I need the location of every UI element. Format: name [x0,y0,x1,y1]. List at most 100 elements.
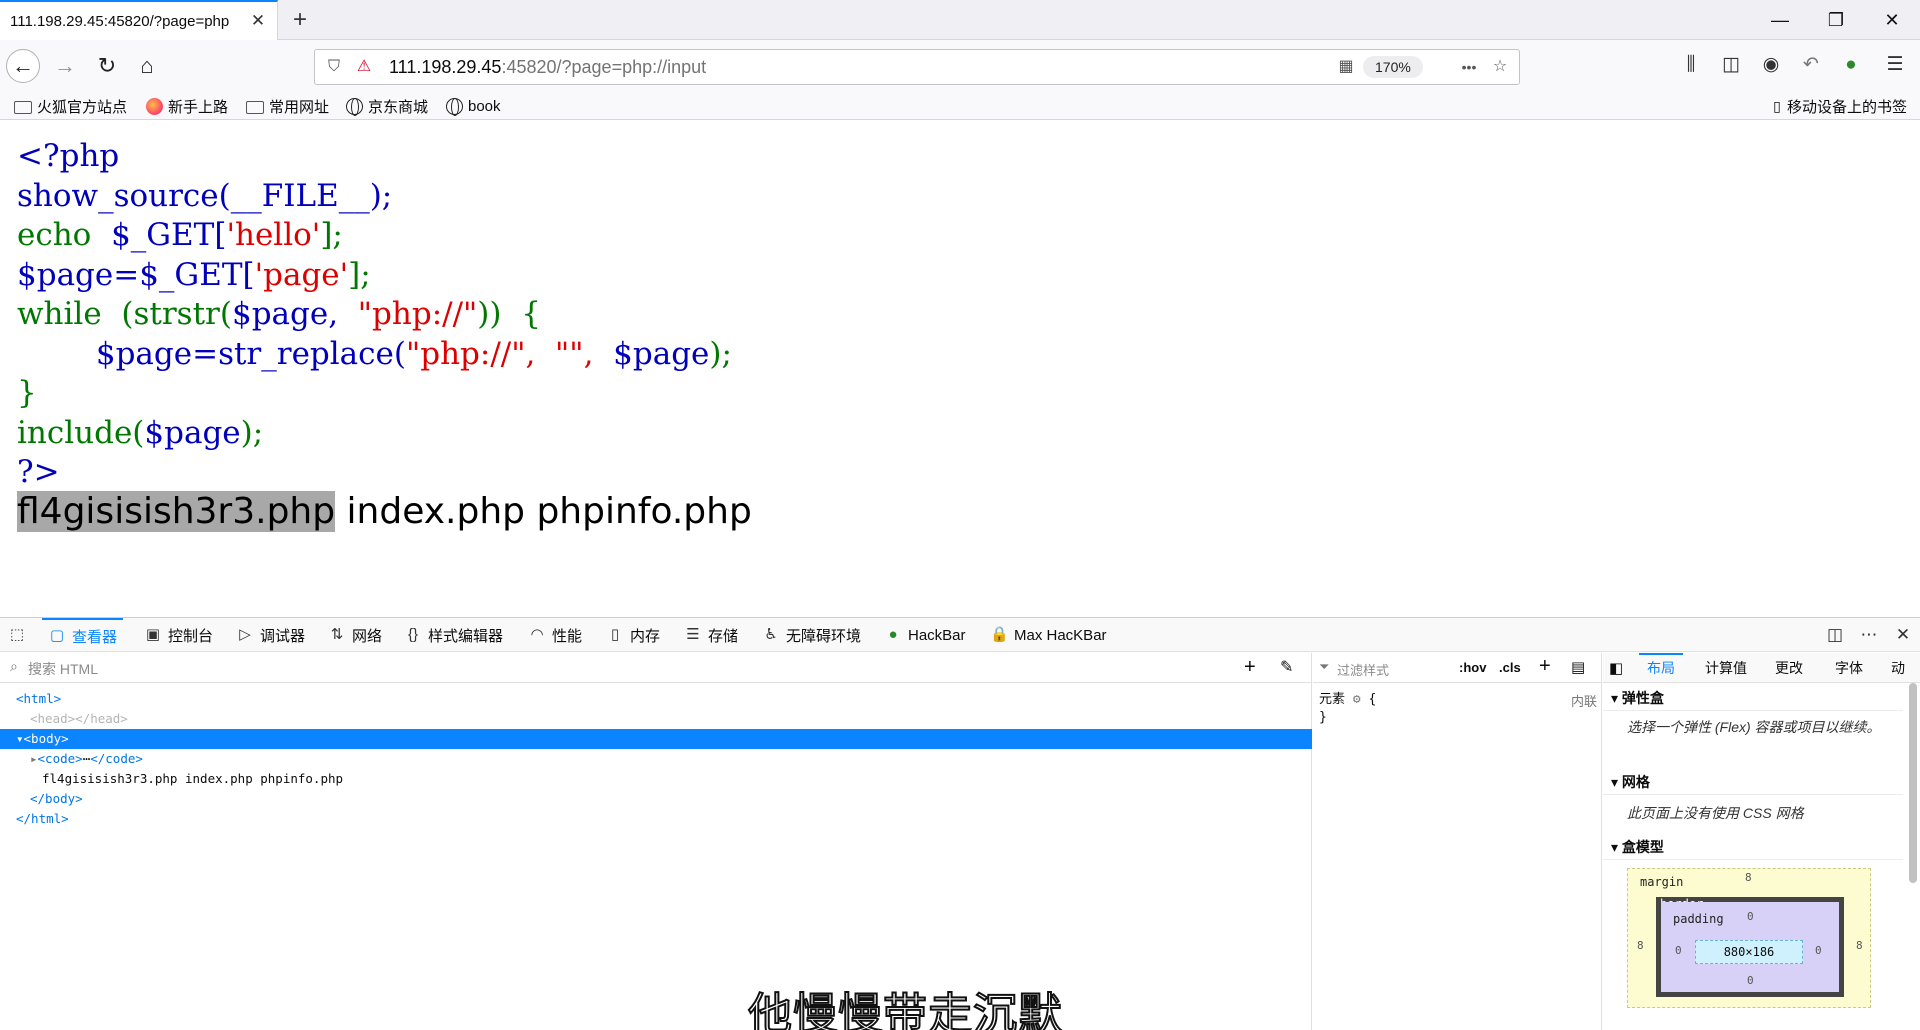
devtools-close-icon[interactable]: ✕ [1890,623,1916,647]
account-icon[interactable]: ◉ [1756,50,1786,80]
menu-icon[interactable]: ☰ [1880,50,1910,80]
forward-button[interactable]: → [48,49,82,83]
filter-styles-input[interactable]: 过滤样式 [1337,660,1389,679]
star-icon[interactable]: ☆ [1489,56,1511,78]
node-html[interactable]: <html> [0,689,1312,709]
grid-section[interactable]: ▾ 网格 [1603,769,1903,795]
source-line: echo $_GET['hello']; [17,217,343,253]
tab-fonts[interactable]: 字体 [1835,653,1863,683]
node-text[interactable]: fl4gisisish3r3.php index.php phpinfo.php [0,769,1312,789]
window-close-button[interactable]: ✕ [1864,0,1920,40]
flexbox-section[interactable]: ▾ 弹性盒 [1603,685,1903,711]
tab-style-editor[interactable]: {} 样式编辑器 [404,618,503,652]
tab-layout[interactable]: 布局 [1639,653,1683,683]
pick-element-button[interactable]: ⬚ [8,618,32,652]
node-code[interactable]: ▸<code>⋯</code> [0,749,1312,769]
minimize-button[interactable]: — [1752,0,1808,40]
zoom-badge[interactable]: 170% [1363,56,1423,78]
storage-icon: ☰ [686,626,700,643]
box-model-margin[interactable]: margin 8 8 8 border padding 0 0 0 0 880×… [1627,868,1871,1008]
node-body-close[interactable]: </body> [0,789,1312,809]
devtools-menu-icon[interactable]: ⋯ [1856,623,1882,647]
hov-toggle[interactable]: :hov [1459,660,1486,675]
node-head[interactable]: <head></head> [0,709,1312,729]
tab-hackbar[interactable]: ● HackBar [884,618,965,652]
collapse-icon[interactable]: ▸ [30,751,38,766]
gear-icon[interactable]: ⚙ [1353,692,1361,707]
mobile-icon: ▯ [1773,98,1781,114]
bookmark-mobile[interactable]: ▯ 移动设备上的书签 [1772,96,1907,116]
margin-top-value[interactable]: 8 [1745,871,1752,884]
margin-right-value[interactable]: 8 [1856,939,1863,952]
extension-icon[interactable]: ● [1836,50,1866,80]
cls-toggle[interactable]: .cls [1499,660,1521,675]
bookmark-book[interactable]: book [446,96,501,116]
tab-debugger[interactable]: ▷ 调试器 [236,618,305,652]
box-model-padding[interactable]: padding 0 0 0 0 880×186 [1661,902,1839,992]
bookmark-jd[interactable]: 京东商城 [346,96,428,116]
tab-network[interactable]: ⇅ 网络 [328,618,382,652]
undo-icon[interactable]: ↶ [1796,50,1826,80]
source-line: <?php [17,138,120,174]
library-icon[interactable]: ⫼ [1676,50,1706,80]
padding-bottom-value[interactable]: 0 [1747,974,1754,987]
url-bar[interactable]: ⛉ ⚠ 111.198.29.45:45820/?page=php://inpu… [314,49,1520,85]
tab-performance[interactable]: ◠ 性能 [528,618,582,652]
add-rule-icon[interactable]: + [1539,655,1551,678]
insecure-lock-icon[interactable]: ⚠ [353,56,375,78]
tab-inspector[interactable]: ▢ 查看器 [42,618,124,652]
php-source: <?php show_source(__FILE__); echo $_GET['h… [17,137,732,493]
back-button[interactable]: ← [6,49,40,83]
console-icon: ▣ [145,626,161,643]
expand-icon[interactable]: ▾ [16,731,24,746]
margin-left-value[interactable]: 8 [1637,939,1644,952]
url-text[interactable]: 111.198.29.45:45820/?page=php://input [389,57,706,78]
bookmark-folder-firefox[interactable]: 火狐官方站点 [14,96,127,116]
new-tab-button[interactable]: + [286,6,314,34]
navigation-bar: ← → ↻ ⌂ ⛉ ⚠ 111.198.29.45:45820/?page=ph… [0,40,1920,92]
padding-left-value[interactable]: 0 [1675,944,1682,957]
qr-code-icon[interactable]: ▦ [1335,56,1357,78]
padding-right-value[interactable]: 0 [1815,944,1822,957]
reload-button[interactable]: ↻ [90,49,124,83]
add-node-icon[interactable]: + [1244,656,1256,679]
tab-memory[interactable]: ▯ 内存 [606,618,660,652]
toggle-sidebar-icon[interactable]: ◧ [1609,659,1623,677]
debugger-icon: ▷ [239,626,251,643]
html-search[interactable]: ⌕ 搜索 HTML + ✎ [0,653,1312,683]
node-body[interactable]: ▾<body> [0,729,1312,749]
tab-max-hackbar[interactable]: 🔒 Max HacKBar [990,618,1107,652]
search-input[interactable]: 搜索 HTML [28,659,98,679]
restore-button[interactable]: ❐ [1808,0,1864,40]
home-button[interactable]: ⌂ [130,49,164,83]
source-line: show_source(__FILE__); [17,177,393,214]
tab-console[interactable]: ▣ 控制台 [144,618,213,652]
tab-computed[interactable]: 计算值 [1705,653,1747,683]
node-html-close[interactable]: </html> [0,809,1312,829]
browser-tab[interactable]: 111.198.29.45:45820/?page=php ✕ [0,0,278,40]
hackbar-icon: ● [888,626,898,643]
dock-icon[interactable]: ◫ [1822,623,1848,647]
tab-storage[interactable]: ☰ 存储 [684,618,738,652]
shield-icon[interactable]: ⛉ [323,56,345,78]
print-media-icon[interactable]: ▤ [1571,658,1585,676]
box-model-border[interactable]: border padding 0 0 0 0 880×186 [1656,897,1844,997]
page-actions-button[interactable]: ••• [1455,56,1483,78]
devtools-panel: ⬚ ▢ 查看器 ▣ 控制台 ▷ 调试器 ⇅ 网络 {} 样式编辑器 ◠ 性能 ▯ 内存 ☰ 存储… [0,617,1920,1030]
arrow-right-icon: → [54,53,76,78]
eyedropper-icon[interactable]: ✎ [1280,657,1293,677]
sidebar-icon[interactable]: ◫ [1716,50,1746,80]
padding-top-value[interactable]: 0 [1747,910,1754,923]
layout-view: ◧ 布局 计算值 更改 字体 动 ▾ 弹性盒 选择一个弹性 (Flex) 容器或… [1603,653,1920,1030]
tab-changes[interactable]: 更改 [1775,653,1803,683]
box-model-content[interactable]: 880×186 [1695,940,1803,964]
scrollbar[interactable] [1909,683,1917,883]
bookmark-getting-started[interactable]: 新手上路 [146,96,228,116]
bookmark-folder-common[interactable]: 常用网址 [246,96,329,116]
tab-animations[interactable]: 动 [1891,653,1905,683]
tab-accessibility[interactable]: ♿ 无障碍环境 [762,618,861,652]
arrow-left-icon: ← [12,53,34,78]
box-model-section[interactable]: ▾ 盒模型 [1603,834,1903,860]
close-tab-icon[interactable]: ✕ [249,12,267,30]
selected-filename[interactable]: fl4gisisish3r3.php [17,491,336,532]
